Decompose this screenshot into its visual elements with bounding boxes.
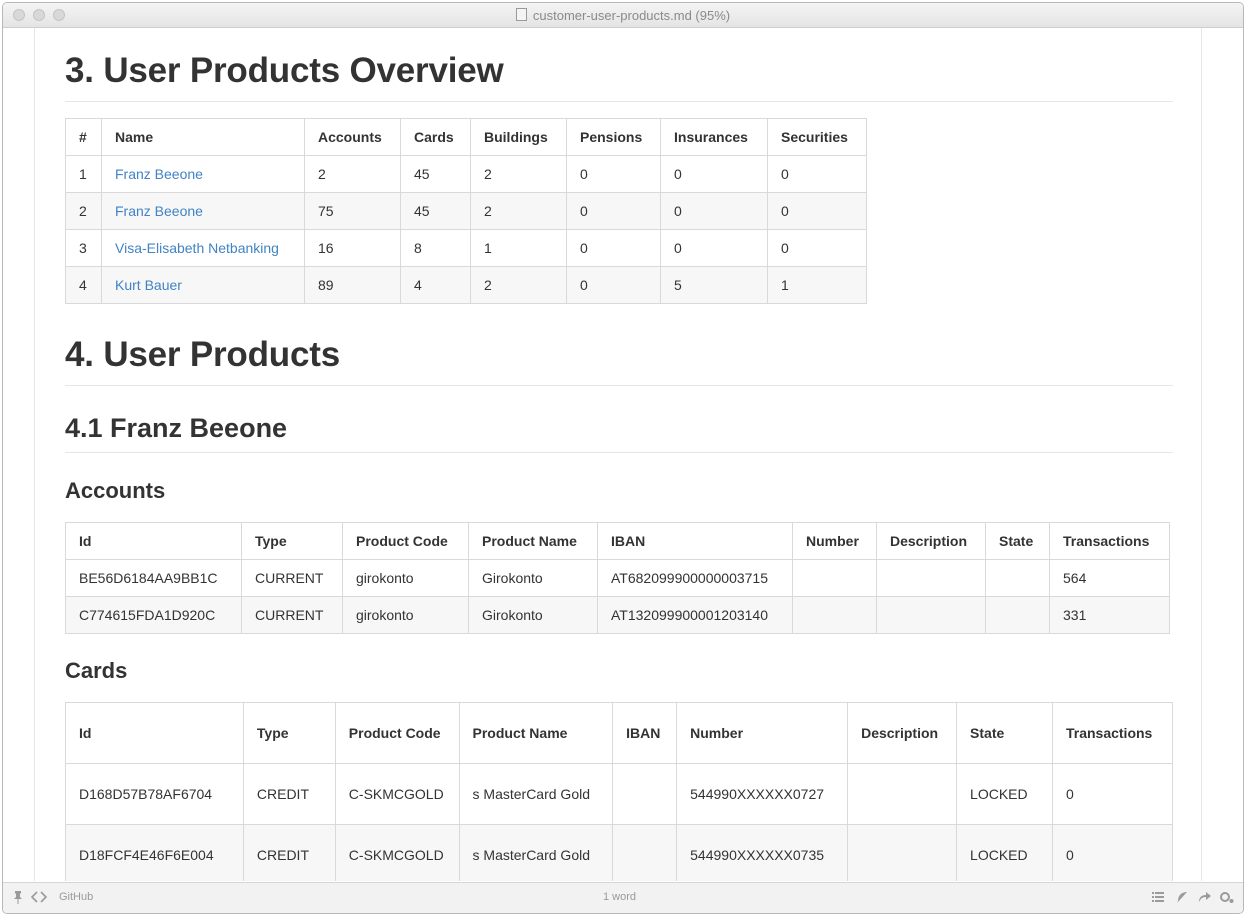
user-link[interactable]: Franz Beeone: [115, 203, 203, 219]
title-bar: customer-user-products.md (95%): [3, 3, 1243, 28]
accounts-table: Id Type Product Code Product Name IBAN N…: [65, 522, 1170, 634]
markdown-preview: 3. User Products Overview # Name Account…: [65, 28, 1174, 881]
feather-icon[interactable]: [1175, 890, 1189, 904]
accounts-heading: Accounts: [65, 478, 166, 503]
share-icon[interactable]: [1198, 890, 1212, 904]
user-link[interactable]: Visa-Elisabeth Netbanking: [115, 240, 279, 256]
overview-col-securities: Securities: [767, 118, 867, 156]
cards-heading: Cards: [65, 658, 128, 683]
overview-col-index: #: [65, 118, 102, 156]
table-row: 3 Visa-Elisabeth Netbanking 16 8 1 0 0 0: [65, 229, 867, 267]
cards-table: Id Type Product Code Product Name IBAN N…: [65, 702, 1174, 881]
overview-col-cards: Cards: [400, 118, 471, 156]
window-title: customer-user-products.md (95%): [532, 8, 731, 23]
github-label[interactable]: GitHub: [59, 891, 93, 903]
table-row: BE56D6184AA9BB1C CURRENT girokonto Girok…: [65, 559, 1170, 597]
word-count: 1 word: [603, 891, 637, 903]
table-row: 1 Franz Beeone 2 45 2 0 0 0: [65, 155, 867, 193]
section3-heading: 3. User Products Overview: [65, 51, 1173, 102]
overview-table: # Name Accounts Cards Buildings Pensions…: [65, 118, 867, 304]
overview-col-insurances: Insurances: [660, 118, 768, 156]
code-toggle-icon[interactable]: [30, 890, 48, 904]
overview-col-buildings: Buildings: [470, 118, 567, 156]
subsection-heading: 4.1 Franz Beeone: [65, 412, 1173, 453]
table-row: D168D57B78AF6704 CREDIT C-SKMCGOLD s Mas…: [65, 763, 1174, 825]
user-link[interactable]: Franz Beeone: [115, 166, 203, 182]
overview-col-name: Name: [101, 118, 305, 156]
toc-icon[interactable]: [1151, 890, 1165, 904]
status-bar: GitHub 1 word: [3, 882, 1243, 913]
document-icon: [515, 8, 527, 21]
document-content[interactable]: 3. User Products Overview # Name Account…: [3, 28, 1243, 881]
overview-col-pensions: Pensions: [566, 118, 661, 156]
settings-icon[interactable]: [1219, 890, 1234, 904]
table-row: D18FCF4E46F6E004 CREDIT C-SKMCGOLD s Mas…: [65, 824, 1174, 881]
overview-col-accounts: Accounts: [304, 118, 401, 156]
table-row: C774615FDA1D920C CURRENT girokonto Girok…: [65, 596, 1170, 634]
table-row: 4 Kurt Bauer 89 4 2 0 5 1: [65, 266, 867, 304]
table-row: 2 Franz Beeone 75 45 2 0 0 0: [65, 192, 867, 230]
pin-icon[interactable]: [11, 890, 25, 904]
editor-window: customer-user-products.md (95%) 3. User …: [2, 2, 1244, 914]
section4-heading: 4. User Products: [65, 335, 1173, 386]
user-link[interactable]: Kurt Bauer: [115, 277, 182, 293]
